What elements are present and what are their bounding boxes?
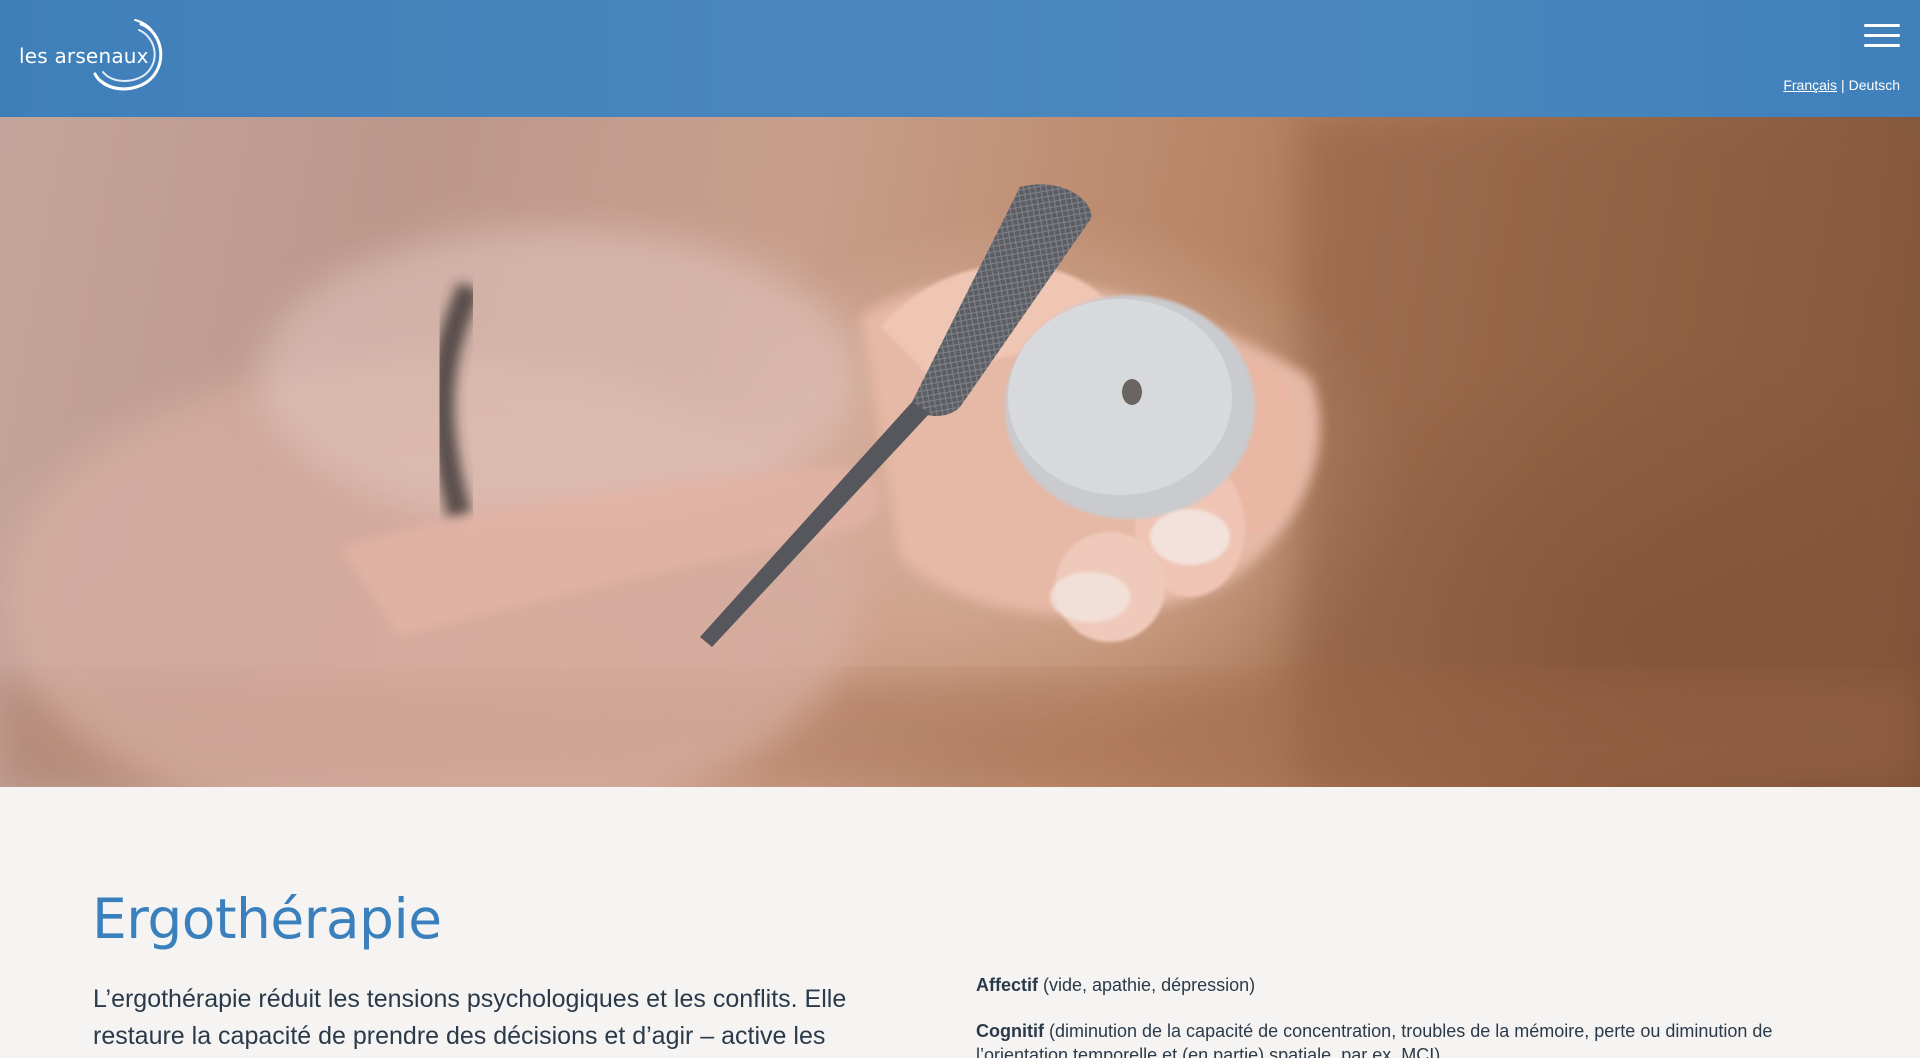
- language-link-deutsch[interactable]: Deutsch: [1849, 77, 1900, 93]
- menu-bar: [1864, 24, 1900, 27]
- menu-bar: [1864, 34, 1900, 37]
- list-item: Affectif (vide, apathie, dépression): [976, 973, 1796, 997]
- list-item-text: (diminution de la capacité de concentrat…: [976, 1021, 1773, 1058]
- site-header: les arsenaux Français | Deutsch: [0, 0, 1920, 117]
- list-item: Cognitif (diminution de la capacité de c…: [976, 1019, 1796, 1058]
- page: les arsenaux Français | Deutsch Ergothér…: [0, 0, 1920, 1058]
- language-switcher: Français | Deutsch: [1783, 77, 1900, 93]
- menu-bar: [1864, 44, 1900, 47]
- list-item-term: Cognitif: [976, 1021, 1044, 1041]
- page-title: Ergothérapie: [92, 887, 442, 951]
- site-logo[interactable]: les arsenaux: [19, 18, 169, 93]
- hero-image: [0, 117, 1920, 787]
- language-separator: |: [1841, 77, 1845, 93]
- main-content: Ergothérapie L’ergothérapie réduit les t…: [0, 787, 1920, 1058]
- list-item-text: (vide, apathie, dépression): [1038, 975, 1256, 995]
- logo-swirl-icon: [93, 19, 163, 91]
- intro-paragraph: L’ergothérapie réduit les tensions psych…: [93, 985, 847, 1050]
- language-link-francais[interactable]: Français: [1783, 77, 1837, 93]
- list-item-term: Affectif: [976, 975, 1038, 995]
- hero-illustration: [0, 117, 1920, 787]
- hamburger-menu-icon[interactable]: [1864, 24, 1900, 54]
- symptom-list: Affectif (vide, apathie, dépression) Cog…: [976, 973, 1796, 1058]
